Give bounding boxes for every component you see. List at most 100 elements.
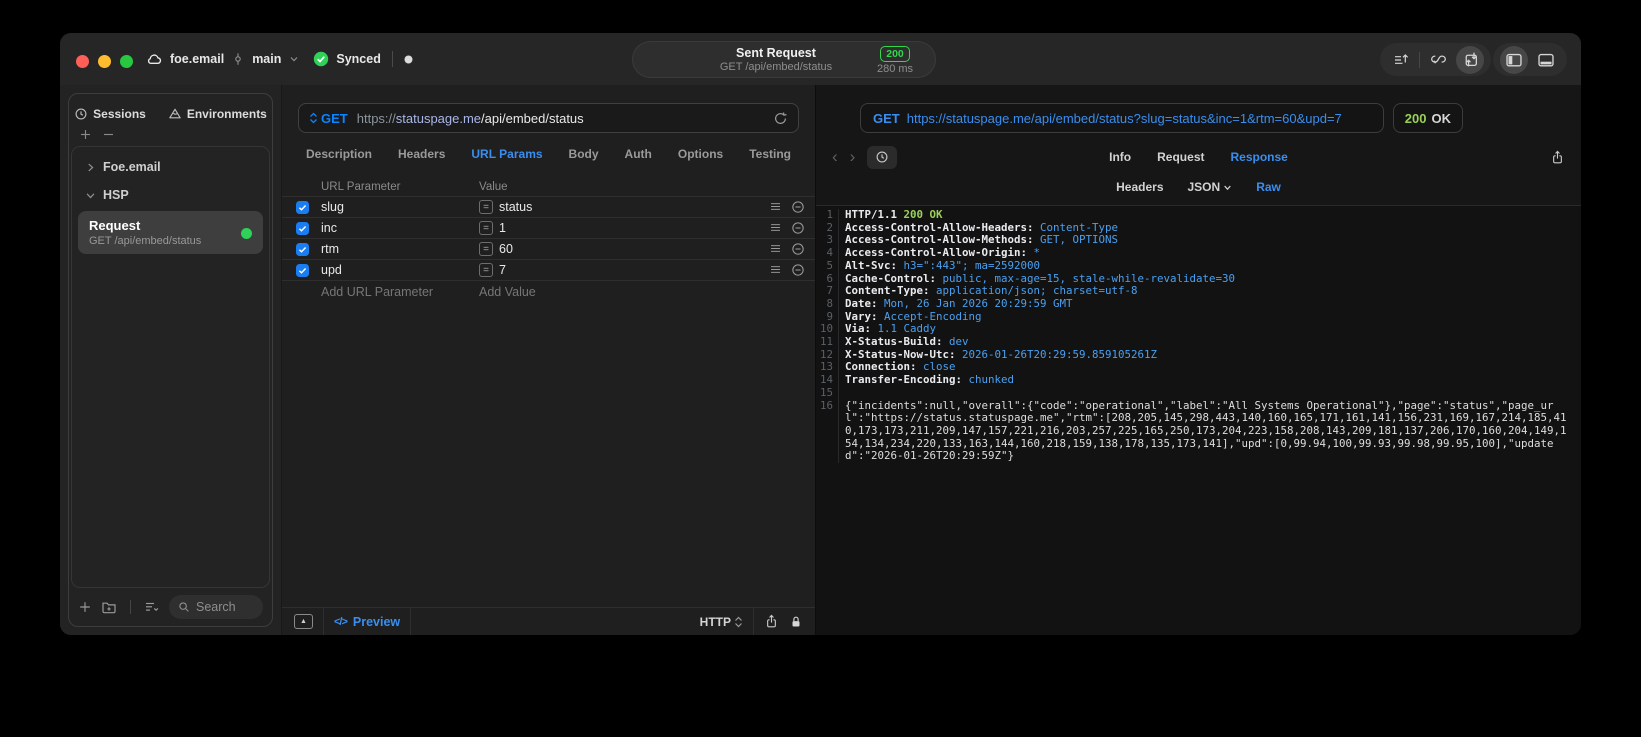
tab-sessions[interactable]: Sessions bbox=[74, 104, 146, 124]
add-request-icon[interactable] bbox=[78, 600, 92, 614]
response-subtabs: Headers JSON Raw bbox=[816, 178, 1581, 196]
param-row: rtm = 60 bbox=[282, 238, 815, 259]
minimize-window-button[interactable] bbox=[98, 55, 111, 68]
chevron-down-icon[interactable] bbox=[288, 53, 300, 65]
add-icon[interactable] bbox=[79, 128, 92, 141]
response-tab-response[interactable]: Response bbox=[1230, 150, 1287, 164]
project-name[interactable]: foe.email bbox=[170, 52, 224, 66]
response-nav-row: ‹ › Info Request Response bbox=[816, 145, 1581, 169]
drag-handle-icon[interactable] bbox=[769, 221, 782, 235]
share-icon[interactable] bbox=[764, 614, 779, 629]
sync-loop-button[interactable] bbox=[1424, 46, 1452, 74]
param-value[interactable]: 7 bbox=[499, 263, 769, 277]
new-folder-icon[interactable] bbox=[101, 599, 117, 615]
param-name[interactable]: slug bbox=[321, 200, 479, 214]
toggle-left-sidebar-button[interactable] bbox=[1500, 45, 1528, 74]
tab-testing-label: Testing bbox=[749, 147, 791, 161]
branch-name[interactable]: main bbox=[252, 52, 281, 66]
response-subtab-raw-label: Raw bbox=[1256, 180, 1281, 194]
response-subtab-raw[interactable]: Raw bbox=[1256, 178, 1281, 196]
response-pane: GET https://statuspage.me/api/embed/stat… bbox=[815, 85, 1581, 635]
preview-button[interactable]: </> Preview bbox=[334, 615, 400, 629]
search-input[interactable]: Search bbox=[169, 595, 263, 619]
param-value[interactable]: 60 bbox=[499, 242, 769, 256]
code-icon: </> bbox=[334, 615, 348, 628]
export-list-button[interactable] bbox=[1387, 46, 1415, 74]
sent-request-line[interactable]: GET https://statuspage.me/api/embed/stat… bbox=[860, 103, 1384, 133]
close-window-button[interactable] bbox=[76, 55, 89, 68]
toggle-bottom-panel-button[interactable] bbox=[1532, 46, 1560, 74]
response-tab-info[interactable]: Info bbox=[1109, 150, 1131, 164]
response-tab-request[interactable]: Request bbox=[1157, 150, 1204, 164]
remove-param-icon[interactable] bbox=[791, 263, 805, 277]
response-body[interactable]: 1 HTTP/1.1 200 OK 2 Access-Control-Allow-He… bbox=[816, 205, 1581, 635]
tab-body[interactable]: Body bbox=[569, 147, 599, 165]
remove-icon[interactable] bbox=[102, 128, 115, 141]
tab-testing[interactable]: Testing bbox=[749, 147, 791, 165]
divider bbox=[130, 600, 131, 614]
lock-icon[interactable] bbox=[789, 615, 803, 629]
tab-environments[interactable]: Environments bbox=[168, 104, 267, 124]
tab-headers[interactable]: Headers bbox=[398, 147, 445, 165]
request-url-bar[interactable]: GET https://statuspage.me/api/embed/stat… bbox=[298, 103, 799, 133]
remove-param-icon[interactable] bbox=[791, 200, 805, 214]
param-name[interactable]: inc bbox=[321, 221, 479, 235]
param-enabled-checkbox[interactable] bbox=[296, 263, 309, 277]
add-param-value[interactable]: Add Value bbox=[479, 285, 536, 299]
param-name[interactable]: rtm bbox=[321, 242, 479, 256]
recording-dot-icon[interactable] bbox=[404, 55, 413, 64]
method-updown-icon bbox=[309, 112, 318, 124]
tab-auth[interactable]: Auth bbox=[625, 147, 652, 165]
param-value[interactable]: status bbox=[499, 200, 769, 214]
line-segment: HTTP/1.1 bbox=[845, 208, 904, 221]
session-tree: Foe.email HSP Request GET /api/embed/sta… bbox=[71, 146, 270, 588]
sort-filter-icon[interactable] bbox=[144, 599, 160, 615]
sent-method: GET bbox=[873, 110, 900, 126]
param-value[interactable]: 1 bbox=[499, 221, 769, 235]
zoom-window-button[interactable] bbox=[120, 55, 133, 68]
param-actions bbox=[769, 242, 805, 256]
export-response-icon[interactable] bbox=[1550, 150, 1565, 165]
line-segment: Content-Type bbox=[1040, 220, 1119, 234]
sent-request-pill[interactable]: Sent Request GET /api/embed/status 200 2… bbox=[632, 41, 936, 78]
tab-url-params[interactable]: URL Params bbox=[471, 147, 542, 165]
param-enabled-checkbox[interactable] bbox=[296, 242, 309, 256]
tree-item-foe-email[interactable]: Foe.email bbox=[72, 153, 269, 181]
protocol-selector[interactable]: HTTP bbox=[700, 615, 743, 629]
divider bbox=[410, 608, 412, 635]
tree-item-hsp[interactable]: HSP bbox=[72, 181, 269, 209]
tree-item-label: HSP bbox=[103, 188, 129, 202]
traffic-lights bbox=[76, 55, 133, 68]
line-segment: h3=":443"; ma=2592000 bbox=[903, 258, 1041, 272]
tab-url-params-label: URL Params bbox=[471, 147, 543, 161]
response-tabs: Info Request Response bbox=[816, 150, 1581, 164]
add-param-row[interactable]: Add URL Parameter Add Value bbox=[282, 281, 815, 303]
response-line: 14 Transfer-Encoding: chunked bbox=[816, 373, 1581, 387]
line-segment: 200 OK bbox=[903, 208, 943, 221]
request-editor-pane: GET https://statuspage.me/api/embed/stat… bbox=[281, 85, 815, 635]
request-list-item-selected[interactable]: Request GET /api/embed/status bbox=[78, 211, 263, 254]
line-segment: Mon, 26 Jan 2026 20:29:59 GMT bbox=[884, 296, 1073, 310]
toolbar-group-layout bbox=[1493, 43, 1567, 76]
remove-param-icon[interactable] bbox=[791, 221, 805, 235]
add-param-name[interactable]: Add URL Parameter bbox=[321, 285, 479, 299]
line-number: 4 bbox=[826, 246, 833, 260]
send-receive-button[interactable] bbox=[1456, 45, 1484, 74]
param-name[interactable]: upd bbox=[321, 263, 479, 277]
resend-request-icon[interactable] bbox=[773, 111, 788, 126]
collapse-panel-button[interactable]: ▲ bbox=[294, 614, 313, 629]
remove-param-icon[interactable] bbox=[791, 242, 805, 256]
drag-handle-icon[interactable] bbox=[769, 263, 782, 277]
drag-handle-icon[interactable] bbox=[769, 242, 782, 256]
equals-icon: = bbox=[479, 242, 493, 256]
response-subtab-headers[interactable]: Headers bbox=[1116, 178, 1163, 196]
response-line: 16 {"incidents":null,"overall":{"code":"o… bbox=[816, 399, 1581, 464]
response-subtab-json[interactable]: JSON bbox=[1188, 178, 1233, 196]
method-selector[interactable]: GET bbox=[309, 111, 348, 126]
param-enabled-checkbox[interactable] bbox=[296, 221, 309, 235]
tab-description[interactable]: Description bbox=[306, 147, 372, 165]
param-enabled-checkbox[interactable] bbox=[296, 200, 309, 214]
tab-options[interactable]: Options bbox=[678, 147, 723, 165]
drag-handle-icon[interactable] bbox=[769, 200, 782, 214]
param-actions bbox=[769, 200, 805, 214]
